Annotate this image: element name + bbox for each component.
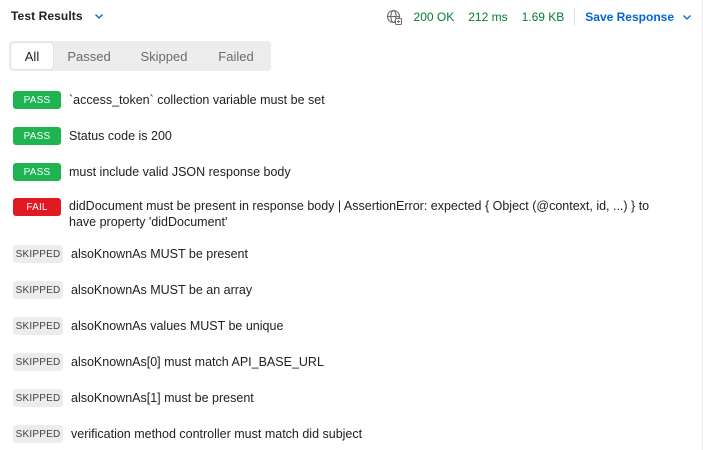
test-name: verification method controller must matc…: [71, 427, 363, 441]
status-badge: SKIPPED: [13, 317, 63, 335]
tab-failed[interactable]: Failed: [203, 43, 269, 69]
test-name: `access_token` collection variable must …: [69, 93, 325, 107]
chevron-down-icon: [93, 10, 105, 22]
divider: [574, 8, 576, 26]
test-results-dropdown[interactable]: Test Results: [11, 9, 105, 23]
test-name: alsoKnownAs[0] must match API_BASE_URL: [71, 355, 324, 369]
status-badge: SKIPPED: [13, 425, 63, 443]
test-name: alsoKnownAs values MUST be unique: [71, 319, 284, 333]
test-name: alsoKnownAs MUST be an array: [71, 283, 253, 297]
chevron-down-icon: [681, 11, 693, 23]
status-badge: PASS: [13, 127, 61, 145]
status-badge: PASS: [13, 91, 61, 109]
results-header: Test Results 200 OK 212 ms 1.69 KB Save: [0, 0, 703, 34]
panel-title: Test Results: [11, 9, 83, 23]
save-response-button[interactable]: Save Response: [585, 10, 693, 24]
response-time[interactable]: 212 ms: [468, 10, 507, 24]
status-badge: PASS: [13, 163, 61, 181]
tab-skipped[interactable]: Skipped: [125, 43, 203, 69]
tab-passed[interactable]: Passed: [53, 43, 125, 69]
test-result-row: SKIPPED alsoKnownAs[0] must match API_BA…: [0, 352, 703, 371]
status-badge: SKIPPED: [13, 389, 63, 407]
tab-all[interactable]: All: [11, 43, 53, 69]
status-badge: FAIL: [13, 198, 61, 216]
test-results-panel: Test Results 200 OK 212 ms 1.69 KB Save: [0, 0, 703, 450]
status-badge: SKIPPED: [13, 245, 63, 263]
test-result-row: PASS Status code is 200: [0, 126, 703, 145]
test-result-row: SKIPPED alsoKnownAs[1] must be present: [0, 388, 703, 407]
status-badge: SKIPPED: [13, 353, 63, 371]
test-result-row: SKIPPED alsoKnownAs MUST be present: [0, 244, 703, 263]
test-result-row: PASS `access_token` collection variable …: [0, 90, 703, 109]
test-result-row: FAIL didDocument must be present in resp…: [0, 196, 703, 230]
globe-icon[interactable]: [386, 9, 402, 25]
test-result-row: PASS must include valid JSON response bo…: [0, 162, 703, 181]
test-result-row: SKIPPED alsoKnownAs values MUST be uniqu…: [0, 316, 703, 335]
test-result-row: SKIPPED alsoKnownAs MUST be an array: [0, 280, 703, 299]
test-result-row: SKIPPED verification method controller m…: [0, 424, 703, 443]
response-size[interactable]: 1.69 KB: [522, 10, 565, 24]
test-name: alsoKnownAs[1] must be present: [71, 391, 254, 405]
test-name: must include valid JSON response body: [69, 165, 291, 179]
test-name: alsoKnownAs MUST be present: [71, 247, 248, 261]
test-name: didDocument must be present in response …: [69, 199, 650, 229]
result-filter-tabs: All Passed Skipped Failed: [9, 41, 271, 71]
status-code[interactable]: 200 OK: [414, 10, 455, 24]
save-response-label: Save Response: [585, 10, 674, 24]
response-meta: 200 OK 212 ms 1.69 KB Save Response: [386, 8, 693, 26]
status-badge: SKIPPED: [13, 281, 63, 299]
test-name: Status code is 200: [69, 129, 172, 143]
